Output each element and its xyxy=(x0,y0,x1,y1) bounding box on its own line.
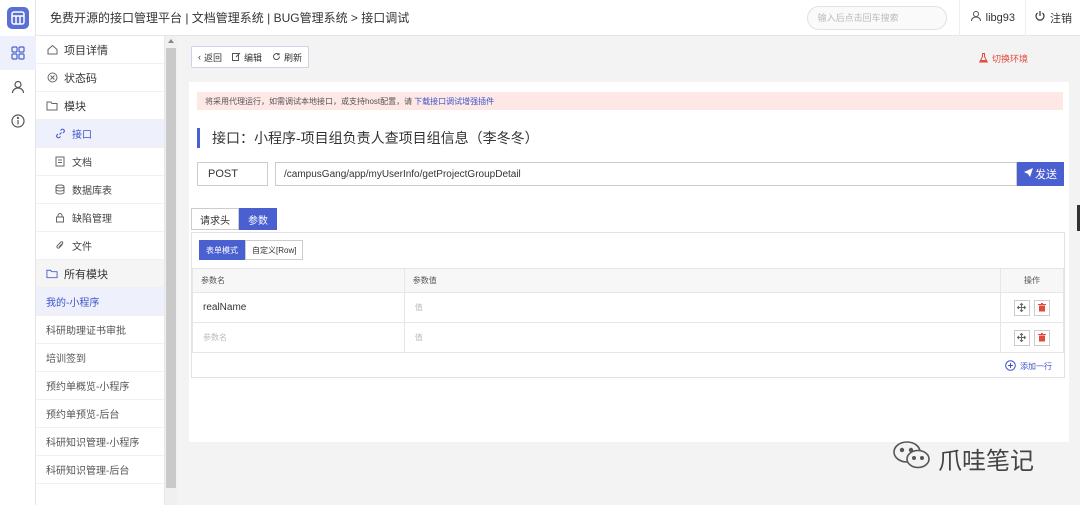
scroll-thumb[interactable] xyxy=(166,48,176,488)
add-row-button[interactable]: 添加一行 xyxy=(1005,360,1052,373)
table-header-row: 参数名 参数值 操作 xyxy=(192,268,1064,293)
toolbar: ‹ 返回 编辑 刷新 xyxy=(191,46,310,68)
move-icon[interactable] xyxy=(1013,329,1030,346)
tab-headers[interactable]: 请求头 xyxy=(191,208,239,230)
tab-params[interactable]: 参数 xyxy=(239,208,277,230)
method-select[interactable]: POST xyxy=(197,162,268,186)
sidebar-item-module[interactable]: 模块 xyxy=(36,92,164,120)
proxy-notice: 将采用代理运行，如需调试本地接口，或支持host配置，请 下载接口调试增强插件 xyxy=(197,92,1063,110)
folder-open-icon xyxy=(46,268,58,280)
send-icon xyxy=(1024,168,1033,180)
sidebar-item-status-code[interactable]: 状态码 xyxy=(36,64,164,92)
param-value-input[interactable]: 值 xyxy=(403,322,1002,353)
switch-env-button[interactable]: 切换环境 xyxy=(978,52,1028,65)
sidebar-item-document[interactable]: 文档 xyxy=(36,148,164,176)
table-row: realName 值 xyxy=(192,292,1064,323)
scroll-up-icon[interactable] xyxy=(165,36,177,46)
row-actions xyxy=(1000,292,1064,323)
user-menu[interactable]: libg93 xyxy=(958,0,1025,36)
sidebar: 项目详情 状态码 模块 接口 文档 数据库表 缺陷管理 文件 所有模块 我的-小… xyxy=(36,36,165,505)
mode-form[interactable]: 表单模式 xyxy=(199,240,245,260)
sidebar-scrollbar[interactable] xyxy=(165,36,177,505)
flask-icon xyxy=(978,52,988,65)
module-item[interactable]: 科研助理证书审批 xyxy=(36,316,164,344)
link-icon xyxy=(54,128,66,140)
logout-button[interactable]: 注销 xyxy=(1025,0,1080,36)
breadcrumb: 免费开源的接口管理平台 | 文档管理系统 | BUG管理系统 > 接口调试 xyxy=(50,11,410,25)
sidebar-item-interface[interactable]: 接口 xyxy=(36,120,164,148)
chevron-left-icon: ‹ xyxy=(198,52,201,62)
search-input[interactable]: 输入后点击回车搜索 xyxy=(806,5,947,30)
send-button[interactable]: 发送 xyxy=(1017,162,1064,186)
power-icon xyxy=(1034,10,1046,25)
plugin-download-link[interactable]: 下载接口调试增强插件 xyxy=(414,96,494,107)
trash-icon[interactable] xyxy=(1034,299,1051,316)
debug-panel: 将采用代理运行，如需调试本地接口，或支持host配置，请 下载接口调试增强插件 … xyxy=(189,82,1069,442)
page-title: 接口：小程序-项目组负责人查项目组信息（李冬冬） xyxy=(197,128,539,148)
module-item[interactable]: 培训签到 xyxy=(36,344,164,372)
user-icon[interactable] xyxy=(0,70,36,104)
person-icon xyxy=(970,10,982,25)
sidebar-item-file[interactable]: 文件 xyxy=(36,232,164,260)
watermark-text: 爪哇笔记 xyxy=(938,446,1034,475)
module-item[interactable]: 预约单概览-小程序 xyxy=(36,372,164,400)
module-item[interactable]: 科研知识管理-后台 xyxy=(36,456,164,484)
icon-rail xyxy=(0,0,36,505)
document-icon xyxy=(54,156,66,168)
top-header: 免费开源的接口管理平台 | 文档管理系统 | BUG管理系统 > 接口调试 输入… xyxy=(36,0,1080,36)
url-input[interactable]: /campusGang/app/myUserInfo/getProjectGro… xyxy=(275,162,1017,186)
folder-icon xyxy=(46,100,58,112)
refresh-button[interactable]: 刷新 xyxy=(272,51,302,64)
sidebar-item-database[interactable]: 数据库表 xyxy=(36,176,164,204)
column-header: 参数值 xyxy=(403,268,1002,293)
app-logo[interactable] xyxy=(0,0,36,36)
paperclip-icon xyxy=(54,240,66,252)
row-actions xyxy=(1000,322,1064,353)
sidebar-item-bug[interactable]: 缺陷管理 xyxy=(36,204,164,232)
lock-icon xyxy=(54,212,66,224)
param-name-input[interactable]: realName xyxy=(192,292,405,323)
param-value-input[interactable]: 值 xyxy=(403,292,1002,323)
info-icon[interactable] xyxy=(0,104,36,138)
plus-circle-icon xyxy=(1005,360,1016,373)
module-item[interactable]: 我的-小程序 xyxy=(36,288,164,316)
params-table: 参数名 参数值 操作 realName 值 参数名 值 xyxy=(192,268,1064,353)
move-icon[interactable] xyxy=(1013,299,1030,316)
grid-icon[interactable] xyxy=(0,36,36,70)
params-panel: 表单模式 自定义[Row] 参数名 参数值 操作 realName 值 参数名 … xyxy=(191,232,1065,378)
edit-button[interactable]: 编辑 xyxy=(232,51,262,64)
username: libg93 xyxy=(985,11,1015,24)
logout-label: 注销 xyxy=(1050,12,1072,25)
column-header: 操作 xyxy=(1000,268,1064,293)
sidebar-item-project-detail[interactable]: 项目详情 xyxy=(36,36,164,64)
param-name-input[interactable]: 参数名 xyxy=(192,322,405,353)
table-row: 参数名 值 xyxy=(192,322,1064,353)
mode-raw[interactable]: 自定义[Row] xyxy=(245,240,304,260)
module-item[interactable]: 科研知识管理-小程序 xyxy=(36,428,164,456)
request-tabs: 请求头 参数 xyxy=(191,208,277,230)
circle-x-icon xyxy=(46,72,58,84)
column-header: 参数名 xyxy=(192,268,405,293)
refresh-icon xyxy=(272,52,281,63)
module-item[interactable]: 预约单预览-后台 xyxy=(36,400,164,428)
sidebar-group-all-modules[interactable]: 所有模块 xyxy=(36,260,164,288)
main-area: ‹ 返回 编辑 刷新 切换环境 将采用代理运行，如需调试本地接口，或支持host… xyxy=(177,36,1080,505)
wechat-icon xyxy=(892,440,932,476)
home-icon xyxy=(46,44,58,56)
logo-icon xyxy=(7,7,29,29)
trash-icon[interactable] xyxy=(1034,329,1051,346)
param-mode-switch: 表单模式 自定义[Row] xyxy=(199,240,304,260)
edit-icon xyxy=(232,52,241,63)
watermark: 爪哇笔记 xyxy=(892,440,1034,476)
database-icon xyxy=(54,184,66,196)
back-button[interactable]: ‹ 返回 xyxy=(198,51,222,64)
